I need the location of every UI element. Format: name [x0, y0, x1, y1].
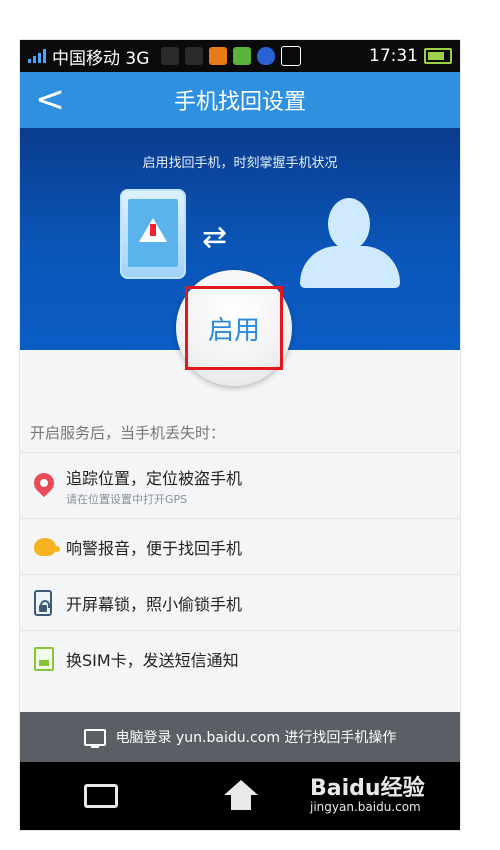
- alarm-clock-icon: [185, 47, 204, 65]
- location-pin-icon: [34, 473, 54, 499]
- signal-icon: [28, 49, 46, 63]
- status-icons: [161, 46, 302, 66]
- home-button[interactable]: [224, 780, 258, 810]
- recent-apps-button[interactable]: [84, 784, 118, 808]
- feature-text: 换SIM卡，发送短信通知: [66, 650, 239, 670]
- enable-button-label: 启用: [207, 315, 260, 346]
- phone-warning-icon: [120, 189, 186, 279]
- battery-icon: [424, 48, 452, 64]
- back-icon: <: [34, 79, 66, 120]
- pc-login-text: 电脑登录 yun.baidu.com 进行找回手机操作: [115, 730, 397, 746]
- feature-text: 开屏幕锁，照小偷锁手机: [66, 594, 243, 614]
- app-icon-orange: [209, 47, 228, 65]
- computer-icon: [83, 728, 106, 748]
- app-icon-green: [233, 47, 252, 65]
- lock-screen-icon: [34, 589, 52, 616]
- pc-login-bar[interactable]: 电脑登录 yun.baidu.com 进行找回手机操作: [20, 712, 460, 762]
- list-item: 换SIM卡，发送短信通知: [20, 630, 460, 686]
- enable-button[interactable]: 启用: [176, 270, 292, 386]
- feature-text: 响警报音，便于找回手机: [66, 538, 243, 558]
- highlight-box: 启用: [185, 286, 283, 370]
- feature-list: 追踪位置，定位被盗手机 请在位置设置中打开GPS 响警报音，便于找回手机 开屏幕…: [20, 452, 460, 686]
- shield-icon: [257, 47, 276, 65]
- status-bar: 中国移动 3G 17:31: [20, 40, 460, 72]
- watermark-url: jingyan.baidu.com: [310, 800, 421, 814]
- person-icon: [300, 198, 400, 288]
- alarm-icon: [34, 537, 60, 556]
- carrier-label: 中国移动 3G: [52, 48, 150, 69]
- feature-subtext: 请在位置设置中打开GPS: [66, 492, 188, 506]
- list-item: 响警报音，便于找回手机: [20, 518, 460, 574]
- sim-card-icon: [34, 646, 54, 671]
- list-item: 开屏幕锁，照小偷锁手机: [20, 574, 460, 630]
- page-title: 手机找回设置: [173, 90, 306, 115]
- list-item: 追踪位置，定位被盗手机 请在位置设置中打开GPS: [20, 452, 460, 518]
- phone-screen: 中国移动 3G 17:31 < 手机找回设置 启用找回手机，时刻掌握手机状况 ⇄: [20, 40, 460, 830]
- watermark-brand: Baidu经验: [310, 776, 425, 801]
- title-bar: < 手机找回设置: [20, 72, 460, 128]
- watermark: Baidu经验 jingyan.baidu.com: [310, 762, 450, 822]
- hero-tagline: 启用找回手机，时刻掌握手机状况: [142, 156, 338, 171]
- swap-arrows-icon: ⇄: [202, 220, 228, 255]
- image-icon: [281, 46, 302, 66]
- wifi-icon: [161, 47, 180, 65]
- back-button[interactable]: <: [30, 80, 70, 120]
- status-time: 17:31: [369, 46, 418, 66]
- feature-text: 追踪位置，定位被盗手机: [66, 468, 243, 488]
- features-heading: 开启服务后，当手机丢失时：: [30, 424, 226, 442]
